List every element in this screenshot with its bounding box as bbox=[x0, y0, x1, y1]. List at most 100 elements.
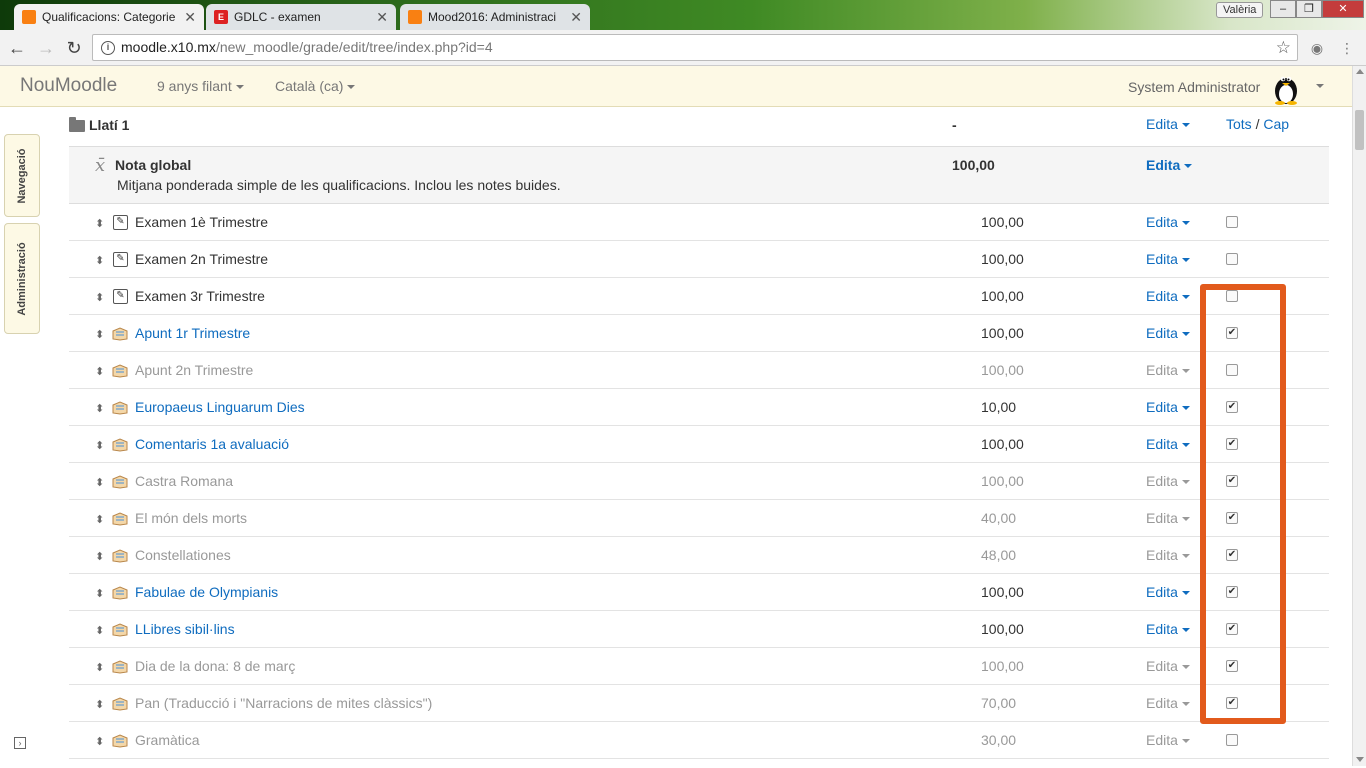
custom-menu[interactable]: 9 anys filant bbox=[157, 78, 244, 94]
dock-navigation-tab[interactable]: Navegació bbox=[4, 134, 40, 217]
grade-item-edit-menu[interactable]: Edita bbox=[1146, 621, 1190, 637]
row-icons: ⬍ bbox=[95, 511, 133, 529]
edit-label: Edita bbox=[1146, 251, 1178, 267]
user-menu-caret-icon[interactable] bbox=[1316, 84, 1324, 88]
reload-icon[interactable]: ↻ bbox=[63, 37, 85, 59]
minimize-icon[interactable]: – bbox=[1270, 0, 1296, 18]
window-close-icon[interactable]: ✕ bbox=[1322, 0, 1364, 18]
move-icon[interactable]: ⬍ bbox=[95, 330, 104, 341]
extension-icon[interactable]: ◉ bbox=[1308, 39, 1326, 57]
move-icon[interactable]: ⬍ bbox=[95, 626, 104, 637]
close-icon[interactable]: ✕ bbox=[376, 9, 388, 26]
grade-item-name[interactable]: LLibres sibil·lins bbox=[135, 621, 235, 637]
close-icon[interactable]: ✕ bbox=[184, 9, 196, 26]
profile-button[interactable]: Valèria bbox=[1216, 2, 1264, 18]
move-icon[interactable]: ⬍ bbox=[95, 552, 104, 563]
grade-item-edit-menu[interactable]: Edita bbox=[1146, 325, 1190, 341]
grade-item-name[interactable]: Fabulae de Olympianis bbox=[135, 584, 278, 600]
url-path: /new_moodle/grade/edit/tree/index.php?id… bbox=[215, 39, 493, 55]
category-row: Llatí 1 - Edita Tots / Cap bbox=[69, 107, 1329, 147]
move-icon[interactable]: ⬍ bbox=[95, 441, 104, 452]
maximize-icon[interactable]: ❐ bbox=[1296, 0, 1322, 18]
grade-item-edit-menu[interactable]: Edita bbox=[1146, 510, 1190, 526]
grade-item-name[interactable]: Europaeus Linguarum Dies bbox=[135, 399, 305, 415]
dock-administration-tab[interactable]: Administració bbox=[4, 223, 40, 334]
forward-arrow-icon[interactable]: → bbox=[35, 37, 57, 59]
select-item-checkbox[interactable] bbox=[1226, 734, 1238, 746]
move-icon[interactable]: ⬍ bbox=[95, 700, 104, 711]
info-icon[interactable]: i bbox=[101, 41, 115, 55]
edit-label: Edita bbox=[1146, 362, 1178, 378]
grade-item-name[interactable]: Comentaris 1a avaluació bbox=[135, 436, 289, 452]
grade-item-name[interactable]: Apunt 1r Trimestre bbox=[135, 325, 250, 341]
back-arrow-icon[interactable]: ← bbox=[6, 37, 28, 59]
dock-toggle-icon[interactable]: › bbox=[14, 737, 26, 749]
move-icon[interactable]: ⬍ bbox=[95, 515, 104, 526]
browser-tab-gdlc[interactable]: E GDLC - examen ✕ bbox=[206, 4, 396, 30]
custom-menu-label: 9 anys filant bbox=[157, 78, 232, 94]
grade-item-edit-menu[interactable]: Edita bbox=[1146, 288, 1190, 304]
select-item-checkbox[interactable] bbox=[1226, 216, 1238, 228]
move-icon[interactable]: ⬍ bbox=[95, 737, 104, 748]
grade-item-max: 100,00 bbox=[981, 473, 1024, 489]
caret-down-icon bbox=[1181, 628, 1190, 633]
caret-down-icon bbox=[1181, 443, 1190, 448]
grade-item-edit-menu[interactable]: Edita bbox=[1146, 473, 1190, 489]
grade-item-edit-menu[interactable]: Edita bbox=[1146, 695, 1190, 711]
move-icon[interactable]: ⬍ bbox=[95, 404, 104, 415]
bookmark-star-icon[interactable]: ☆ bbox=[1276, 35, 1291, 60]
moodle-icon bbox=[408, 10, 422, 24]
move-icon[interactable]: ⬍ bbox=[95, 293, 104, 304]
grade-item-edit-menu[interactable]: Edita bbox=[1146, 251, 1190, 267]
grade-item-edit-menu[interactable]: Edita bbox=[1146, 436, 1190, 452]
grade-item-edit-menu[interactable]: Edita bbox=[1146, 214, 1190, 230]
grade-item-row: ⬍ LLibres sibil·lins 100,00 Edita ✔ bbox=[69, 611, 1329, 648]
select-none-link[interactable]: Cap bbox=[1263, 116, 1289, 132]
move-icon[interactable]: ⬍ bbox=[95, 367, 104, 378]
scroll-thumb[interactable] bbox=[1355, 110, 1364, 150]
page-scrollbar[interactable] bbox=[1352, 66, 1366, 766]
row-icons: ⬍ bbox=[95, 548, 133, 566]
grade-item-name: El món dels morts bbox=[135, 510, 248, 526]
total-name: Nota global bbox=[115, 157, 192, 173]
select-item-checkbox[interactable] bbox=[1226, 253, 1238, 265]
move-icon[interactable]: ⬍ bbox=[95, 256, 104, 267]
user-menu-name[interactable]: System Administrator bbox=[1128, 79, 1260, 95]
grade-item-max: 100,00 bbox=[981, 658, 1024, 674]
assignment-icon bbox=[112, 734, 128, 748]
scroll-down-arrow-icon[interactable] bbox=[1356, 757, 1364, 762]
browser-menu-icon[interactable]: ⋮ bbox=[1338, 39, 1356, 57]
category-name: Llatí 1 bbox=[89, 117, 130, 133]
grade-item-edit-menu[interactable]: Edita bbox=[1146, 658, 1190, 674]
category-edit-menu[interactable]: Edita bbox=[1146, 116, 1190, 132]
move-icon[interactable]: ⬍ bbox=[95, 219, 104, 230]
edit-label: Edita bbox=[1146, 214, 1178, 230]
move-icon[interactable]: ⬍ bbox=[95, 663, 104, 674]
grade-item-edit-menu[interactable]: Edita bbox=[1146, 584, 1190, 600]
tab-title: Qualificacions: Categorie bbox=[42, 10, 176, 24]
language-menu[interactable]: Català (ca) bbox=[275, 78, 356, 94]
grade-item-edit-menu[interactable]: Edita bbox=[1146, 732, 1190, 748]
grade-item-edit-menu[interactable]: Edita bbox=[1146, 399, 1190, 415]
edit-label: Edita bbox=[1146, 695, 1178, 711]
browser-tab-qualificacions[interactable]: Qualificacions: Categorie ✕ bbox=[14, 4, 204, 30]
move-icon[interactable]: ⬍ bbox=[95, 478, 104, 489]
grade-item-name: Examen 2n Trimestre bbox=[135, 251, 269, 267]
assignment-icon bbox=[112, 475, 128, 489]
grade-item-name: Examen 1è Trimestre bbox=[135, 214, 269, 230]
site-brand[interactable]: NouMoodle bbox=[20, 75, 117, 97]
total-edit-menu[interactable]: Edita bbox=[1146, 157, 1193, 173]
tux-avatar[interactable] bbox=[1268, 69, 1304, 105]
browser-tab-mood2016[interactable]: Mood2016: Administraci ✕ bbox=[400, 4, 590, 30]
select-all-link[interactable]: Tots bbox=[1226, 116, 1252, 132]
address-bar[interactable]: i moodle.x10.mx/new_moodle/grade/edit/tr… bbox=[92, 34, 1298, 61]
category-max-grade: - bbox=[952, 117, 957, 133]
grade-item-edit-menu[interactable]: Edita bbox=[1146, 362, 1190, 378]
close-icon[interactable]: ✕ bbox=[570, 9, 582, 26]
move-icon[interactable]: ⬍ bbox=[95, 589, 104, 600]
grade-item-edit-menu[interactable]: Edita bbox=[1146, 547, 1190, 563]
scroll-up-arrow-icon[interactable] bbox=[1356, 69, 1364, 74]
assignment-icon bbox=[112, 549, 128, 563]
edit-label: Edita bbox=[1146, 157, 1181, 173]
grade-item-max: 100,00 bbox=[981, 288, 1024, 304]
